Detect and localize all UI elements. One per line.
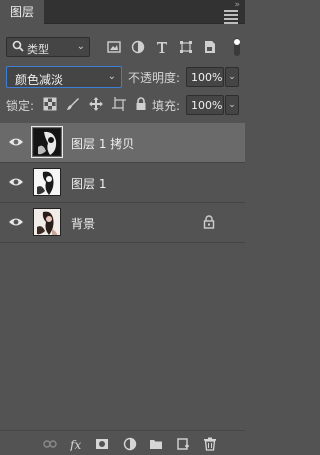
lock-artboard-icon[interactable] bbox=[112, 97, 126, 111]
adjustment-filter-icon[interactable] bbox=[131, 40, 145, 54]
lock-image-pixels-icon[interactable] bbox=[66, 97, 80, 111]
layers-bottom-toolbar: fx bbox=[0, 430, 245, 455]
search-icon bbox=[12, 40, 24, 52]
blend-mode-select[interactable]: 颜色减淡 ⌄ bbox=[6, 66, 122, 88]
panel-menu-icon[interactable] bbox=[223, 8, 239, 24]
chevron-down-icon: ⌄ bbox=[76, 41, 85, 52]
lock-position-icon[interactable] bbox=[89, 97, 103, 111]
panel-header: 图层 » bbox=[0, 0, 245, 24]
opacity-label: 不透明度: bbox=[128, 71, 181, 85]
layers-tab[interactable]: 图层 bbox=[0, 0, 45, 24]
filter-toggle-icon[interactable] bbox=[233, 37, 241, 57]
visibility-eye-icon[interactable] bbox=[8, 216, 24, 228]
lock-all-icon[interactable] bbox=[134, 97, 148, 111]
opacity-input[interactable]: 100% bbox=[186, 67, 224, 87]
filter-kind-select[interactable]: 类型 ⌄ bbox=[6, 37, 90, 57]
lock-transparent-pixels-icon[interactable] bbox=[43, 97, 57, 111]
layer-row[interactable]: 图层 1 bbox=[0, 163, 245, 203]
lock-icon bbox=[203, 215, 215, 229]
lock-label: 锁定: bbox=[6, 99, 35, 113]
link-layers-icon[interactable] bbox=[43, 437, 57, 451]
layer-style-fx-icon[interactable]: fx bbox=[70, 437, 84, 451]
layer-thumbnail bbox=[31, 126, 63, 158]
svg-text:fx: fx bbox=[70, 438, 81, 451]
image-filter-icon[interactable] bbox=[107, 40, 121, 54]
blend-mode-value: 颜色减淡 bbox=[15, 73, 64, 87]
fill-dropdown-button[interactable]: ⌄ bbox=[225, 95, 239, 115]
layer-row[interactable]: 背景 bbox=[0, 203, 245, 243]
fill-label: 填充: bbox=[152, 99, 181, 113]
fill-input[interactable]: 100% bbox=[186, 95, 224, 115]
new-group-folder-icon[interactable] bbox=[149, 437, 163, 451]
layer-name[interactable]: 图层 1 bbox=[71, 175, 106, 192]
new-layer-icon[interactable] bbox=[176, 437, 190, 451]
layer-name[interactable]: 背景 bbox=[71, 215, 95, 232]
chevron-down-icon: ⌄ bbox=[107, 71, 116, 82]
layer-thumbnail bbox=[33, 168, 61, 196]
visibility-eye-icon[interactable] bbox=[8, 176, 24, 188]
add-mask-icon[interactable] bbox=[95, 437, 109, 451]
layer-name[interactable]: 图层 1 拷贝 bbox=[71, 135, 134, 152]
text-filter-icon[interactable] bbox=[155, 40, 169, 54]
opacity-dropdown-button[interactable]: ⌄ bbox=[225, 67, 239, 87]
layer-row[interactable]: 图层 1 拷贝 bbox=[0, 123, 245, 163]
layer-thumbnail bbox=[33, 208, 61, 236]
delete-layer-trash-icon[interactable] bbox=[203, 437, 217, 451]
shape-filter-icon[interactable] bbox=[179, 40, 193, 54]
new-adjustment-layer-icon[interactable] bbox=[123, 437, 137, 451]
visibility-eye-icon[interactable] bbox=[8, 136, 24, 148]
smart-object-filter-icon[interactable] bbox=[203, 40, 217, 54]
filter-kind-label: 类型 bbox=[27, 43, 49, 56]
